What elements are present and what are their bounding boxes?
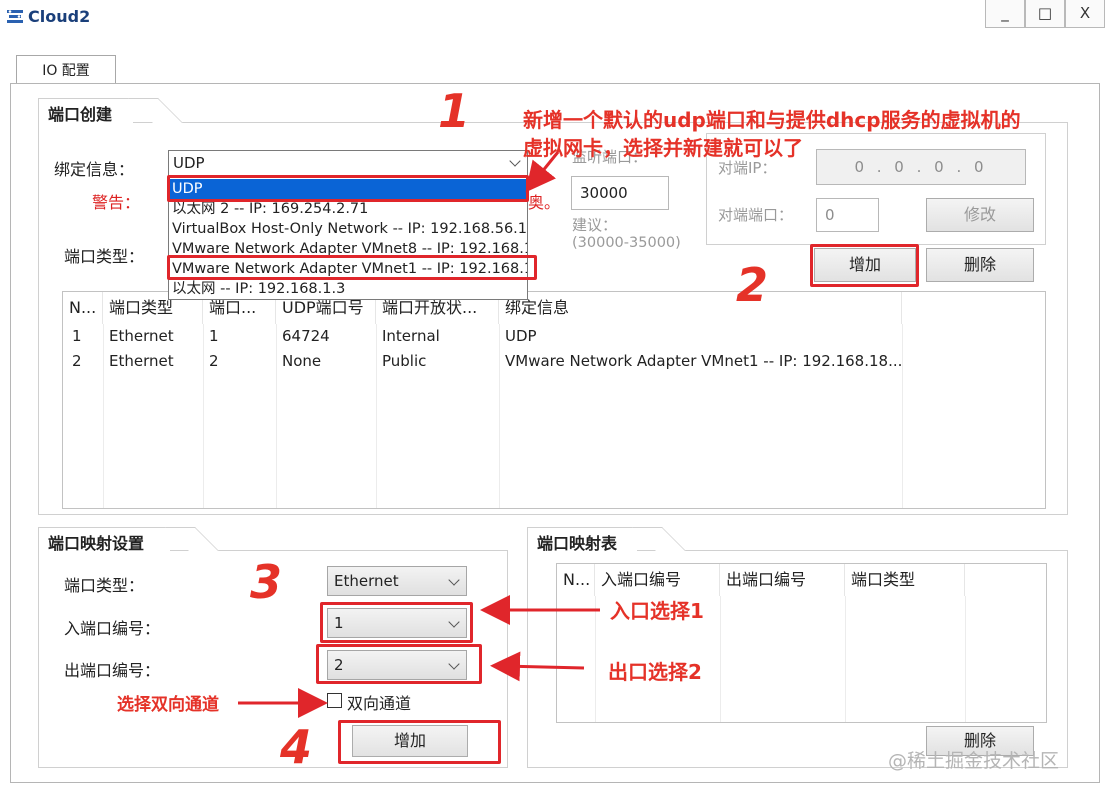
annotation-arrows: [238, 151, 600, 718]
arrow-to-udp: [525, 151, 560, 193]
watermark: @稀土掘金技术社区: [888, 750, 1060, 772]
arrow-to-out-port: [490, 651, 585, 682]
